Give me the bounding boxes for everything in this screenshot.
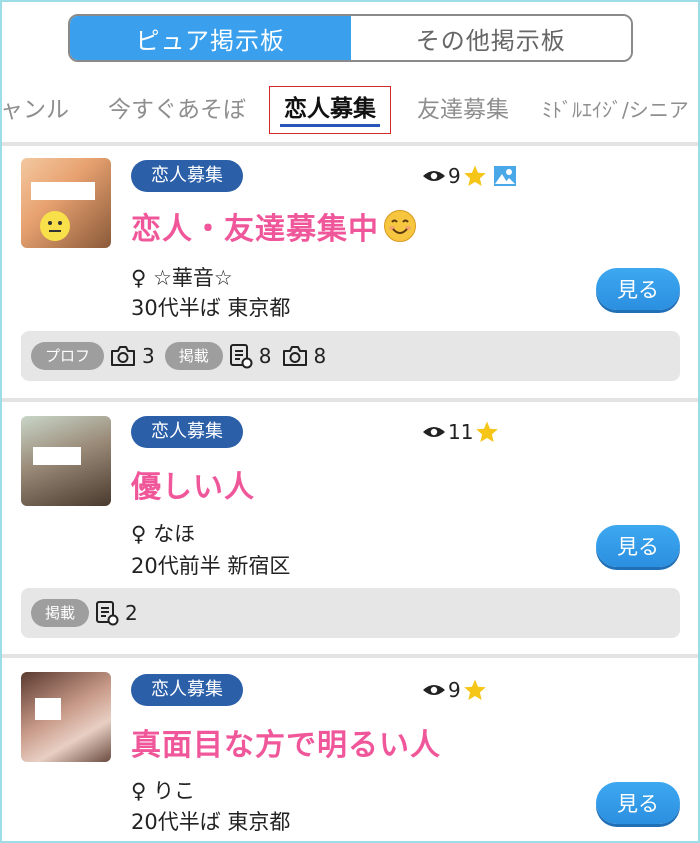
user-name: ☆華音☆ <box>153 266 233 290</box>
post-title: 優しい人 <box>131 462 255 506</box>
post-card[interactable]: 恋人募集 9 真面目な方で明るい人 ♀ りこ 20代半ば 東京都 見る <box>0 658 700 843</box>
category-badge: 恋人募集 <box>131 160 243 192</box>
eye-icon <box>423 171 445 181</box>
post-card[interactable]: 恋人募集 9 恋人・友達募集中 ♀ ☆華音☆ 30代半ば 東京都 見る プロフ … <box>0 146 700 398</box>
area: 東京都 <box>227 810 291 834</box>
user-line: ♀ なほ <box>131 518 195 548</box>
age-area-line: 30代半ば 東京都 <box>131 292 290 322</box>
age-range: 30代半ば <box>131 296 221 320</box>
post-stats: プロフ 3 掲載 8 8 <box>21 331 680 381</box>
category-badge: 恋人募集 <box>131 674 243 706</box>
smiling-face-emoji <box>384 210 416 242</box>
posted-pill: 掲載 <box>164 342 223 370</box>
age-area-line: 20代半ば 東京都 <box>131 806 290 836</box>
view-button[interactable]: 見る <box>596 525 680 567</box>
category-tab-middle-age[interactable]: ﾐﾄﾞﾙｴｲｼﾞ/シニア <box>542 84 689 136</box>
age-area-line: 20代前半 新宿区 <box>131 550 290 580</box>
active-tab-underline <box>280 124 380 127</box>
document-icon <box>229 344 253 369</box>
post-title-text: 優しい人 <box>131 470 255 505</box>
profile-pill: プロフ <box>31 342 105 370</box>
views-count: 9 <box>422 161 517 191</box>
user-name: なほ <box>153 522 196 546</box>
camera-icon <box>282 346 307 366</box>
post-title-text: 真面目な方で明るい人 <box>131 728 441 763</box>
neutral-face-sticker-icon <box>40 211 70 241</box>
posted-count: 8 <box>258 344 272 368</box>
category-tab-lover-label: 恋人募集 <box>284 96 376 122</box>
category-tabs: ャンル 今すぐあそぼ 恋人募集 友達募集 ﾐﾄﾞﾙｴｲｼﾞ/シニア <box>0 84 700 136</box>
avatar <box>21 158 111 248</box>
category-tab-friend[interactable]: 友達募集 <box>417 84 509 136</box>
avatar <box>21 416 111 506</box>
age-range: 20代前半 <box>131 554 221 578</box>
tab-other-board[interactable]: その他掲示板 <box>350 16 631 60</box>
star-icon <box>463 679 486 700</box>
tab-pure-board[interactable]: ピュア掲示板 <box>70 16 351 60</box>
user-line: ♀ りこ <box>131 775 195 805</box>
views-value: 9 <box>448 678 461 702</box>
category-tab-lover[interactable]: 恋人募集 <box>269 86 391 134</box>
post-card[interactable]: 恋人募集 11 優しい人 ♀ なほ 20代前半 新宿区 見る 掲載 2 <box>0 402 700 654</box>
avatar <box>21 672 111 762</box>
post-title-text: 恋人・友達募集中 <box>131 212 379 247</box>
camera-icon <box>111 346 136 366</box>
area: 東京都 <box>227 296 291 320</box>
age-range: 20代半ば <box>131 810 221 834</box>
eye-icon <box>423 685 445 695</box>
category-badge: 恋人募集 <box>131 416 243 448</box>
views-count: 9 <box>422 675 487 705</box>
user-name: りこ <box>153 779 196 803</box>
privacy-mask <box>35 698 61 720</box>
gender-icon: ♀ <box>131 779 147 803</box>
board-switcher: ピュア掲示板 その他掲示板 <box>68 14 633 62</box>
gender-icon: ♀ <box>131 522 147 546</box>
image-icon <box>493 166 516 186</box>
category-tab-play-now[interactable]: 今すぐあそぼ <box>108 84 246 136</box>
posted-count: 2 <box>125 601 138 625</box>
profile-photo-count: 3 <box>142 344 155 368</box>
post-title: 真面目な方で明るい人 <box>131 720 441 764</box>
category-tab-genre[interactable]: ャンル <box>0 84 69 136</box>
privacy-mask <box>33 447 81 465</box>
posted-pill: 掲載 <box>31 599 90 627</box>
views-value: 9 <box>448 164 461 188</box>
view-button[interactable]: 見る <box>596 268 680 310</box>
post-stats: 掲載 2 <box>21 588 680 638</box>
post-title: 恋人・友達募集中 <box>131 204 417 248</box>
document-icon <box>96 601 119 626</box>
eye-icon <box>423 427 445 437</box>
view-button[interactable]: 見る <box>596 782 680 824</box>
star-icon <box>476 421 499 442</box>
privacy-mask <box>31 182 95 200</box>
views-value: 11 <box>448 420 474 444</box>
area: 新宿区 <box>227 554 291 578</box>
star-icon <box>463 165 486 186</box>
views-count: 11 <box>422 417 499 447</box>
user-line: ♀ ☆華音☆ <box>131 262 233 292</box>
posted-photo-count: 8 <box>313 344 327 368</box>
gender-icon: ♀ <box>131 266 147 290</box>
